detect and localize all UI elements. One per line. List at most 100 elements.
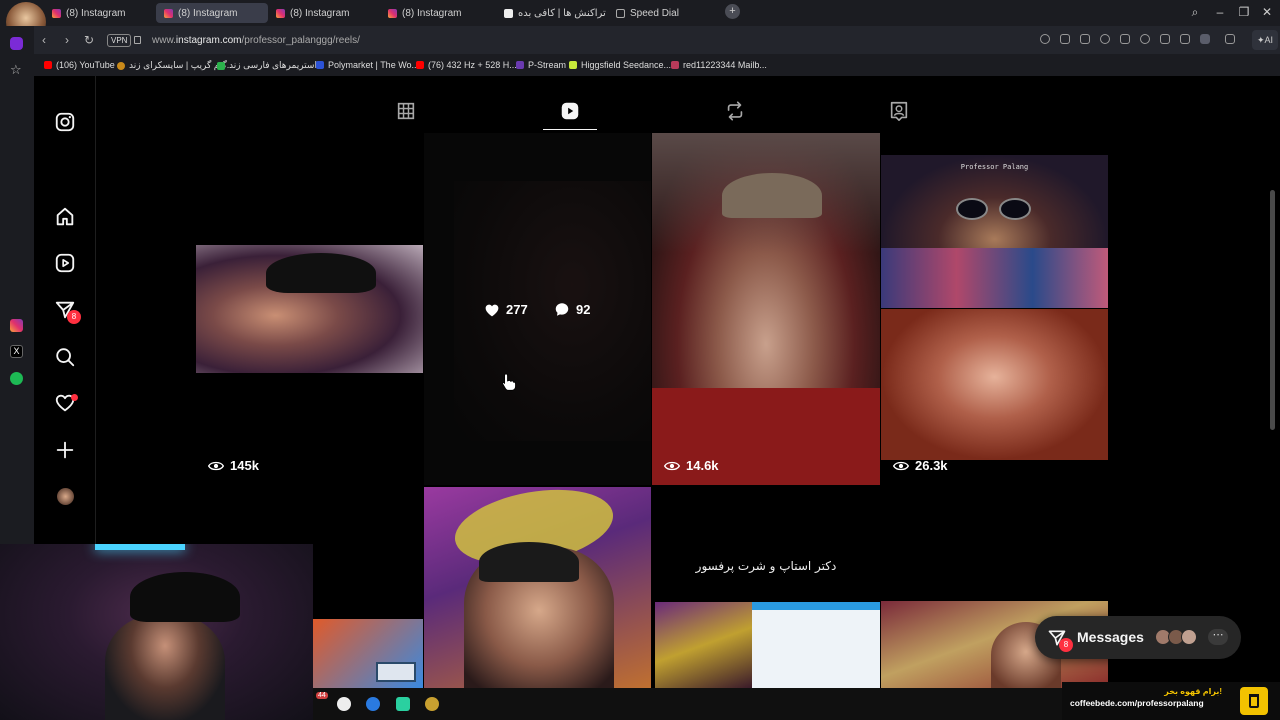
webcam-hat	[130, 572, 240, 622]
bookmark-label: (106) YouTube	[56, 60, 115, 70]
tab-label: (8) Instagram	[178, 7, 238, 19]
minimize-icon[interactable]: –	[1212, 5, 1228, 19]
bookmark-label: P-Stream	[528, 60, 567, 70]
reels-icon[interactable]	[54, 252, 76, 274]
bookmark-higgsfield[interactable]: Higgsfield Seedance...	[569, 60, 671, 70]
profile-icon[interactable]	[1200, 34, 1210, 44]
play-icon[interactable]	[1120, 34, 1130, 44]
close-icon[interactable]: ✕	[1259, 5, 1275, 19]
comments-count: 92	[554, 302, 590, 317]
reel-thumbnail-cap	[722, 173, 822, 218]
tab-label: (8) Instagram	[290, 7, 350, 19]
ai-button[interactable]: ✦AI	[1252, 30, 1278, 50]
screenshot-graphic-bar	[752, 602, 880, 610]
tab-instagram-1[interactable]: (8) Instagram	[44, 3, 152, 23]
new-tab-plus-icon[interactable]: +	[725, 4, 740, 19]
app-icon-gold[interactable]	[425, 697, 439, 711]
posts-grid-tab-icon[interactable]	[395, 100, 417, 122]
tab-label: (8) Instagram	[402, 7, 462, 19]
instagram-favicon-icon	[52, 8, 61, 18]
url-path: /professor_palanggg/reels/	[241, 35, 360, 46]
reel-tile-7[interactable]: دکتر استاپ و شرت پرفسور	[652, 487, 880, 688]
reel-tile-4[interactable]: Professor Palang 26.3k	[881, 133, 1108, 485]
instagram-logo-icon[interactable]	[54, 111, 76, 133]
bookmark-label: (76) 432 Hz + 528 H...	[428, 60, 517, 70]
reel-tile-3[interactable]: 14.6k	[652, 133, 880, 485]
activity-dot	[71, 394, 78, 401]
reel-thumbnail	[655, 602, 752, 688]
tab-coffeebede[interactable]: تراکنش ها | کافی بده	[496, 3, 608, 23]
star-icon[interactable]: ☆	[10, 62, 22, 78]
home-icon[interactable]	[54, 206, 76, 228]
spotify-shortcut-icon[interactable]	[10, 372, 23, 385]
reload-icon[interactable]: ↻	[84, 33, 94, 47]
pstream-icon	[516, 61, 524, 69]
eye-icon	[664, 461, 680, 470]
page-scrollbar[interactable]	[1270, 190, 1275, 430]
more-options-icon[interactable]: ⋯	[1208, 629, 1228, 645]
bookmark-432hz[interactable]: (76) 432 Hz + 528 H...	[416, 60, 517, 70]
bookmark-label: red11223344 Mailb...	[683, 60, 767, 70]
app-icon-teal[interactable]	[396, 697, 410, 711]
app-icon-blue[interactable]	[366, 697, 380, 711]
url-input[interactable]: www.instagram.com/professor_palanggg/ree…	[152, 35, 360, 46]
back-icon[interactable]: ‹	[42, 33, 46, 47]
reel-tile-2[interactable]: 277 92	[424, 133, 651, 485]
streamers-icon	[217, 61, 225, 70]
instagram-favicon-icon	[164, 8, 173, 18]
zoom-icon[interactable]	[1040, 34, 1050, 44]
create-plus-icon[interactable]	[54, 439, 76, 461]
comment-filled-icon	[555, 303, 569, 316]
menu-icon[interactable]	[1180, 34, 1190, 44]
camera-icon[interactable]	[1080, 34, 1090, 44]
webcam-person	[105, 614, 225, 720]
bookmark-mailbox[interactable]: red11223344 Mailb...	[671, 60, 767, 70]
forward-icon[interactable]: ›	[65, 33, 69, 47]
tab-instagram-3[interactable]: (8) Instagram	[268, 3, 380, 23]
donation-overlay: برام قهوه بخر! coffeebede.com/professorp…	[1062, 682, 1280, 720]
messages-badge: 8	[1059, 638, 1073, 652]
home-shortcut-icon[interactable]	[10, 37, 23, 50]
view-count-value: 14.6k	[686, 458, 719, 473]
search-icon[interactable]	[54, 346, 76, 368]
x-shortcut-icon[interactable]: X	[10, 345, 23, 358]
shield-icon[interactable]	[1100, 34, 1110, 44]
tab-instagram-4[interactable]: (8) Instagram	[380, 3, 492, 23]
search-icon[interactable]: ⌕	[1187, 5, 1203, 20]
bookmark-pstream[interactable]: P-Stream	[516, 60, 566, 70]
reel-caption: دکتر استاپ و شرت پرفسور	[695, 559, 837, 573]
heart-icon[interactable]	[1140, 34, 1150, 44]
letter-tiles-graphic	[376, 662, 416, 682]
reel-tile-1[interactable]: 145k	[196, 133, 423, 485]
polymarket-icon	[316, 61, 324, 69]
reel-thumbnail-cap	[479, 542, 579, 582]
speed-dial-icon	[616, 8, 625, 18]
notifications-badge: 8	[67, 310, 81, 324]
instagram-shortcut-icon[interactable]	[10, 319, 23, 332]
lock-icon[interactable]	[134, 36, 141, 44]
tagged-tab-icon[interactable]	[888, 100, 910, 122]
coffee-cup-icon	[1240, 687, 1268, 715]
profile-avatar-nav[interactable]	[57, 488, 74, 505]
higgsfield-icon	[569, 61, 577, 69]
eye-icon	[893, 461, 909, 470]
bookmark-polymarket[interactable]: Polymarket | The Wo...	[316, 60, 419, 70]
bookmark-streamers[interactable]: استریمرهای فارسی زند...	[217, 60, 324, 71]
messages-label: Messages	[1077, 629, 1144, 645]
bookmark-youtube[interactable]: (106) YouTube	[44, 60, 115, 70]
cube-icon[interactable]	[1225, 34, 1235, 44]
eye-icon	[208, 461, 224, 470]
webcam-overlay	[0, 544, 313, 720]
messages-button[interactable]: 8 Messages ⋯	[1035, 616, 1241, 659]
coffee-title: برام قهوه بخر!	[1164, 687, 1222, 696]
vpn-badge[interactable]: VPN	[107, 34, 132, 47]
reel-tile-6[interactable]	[424, 487, 651, 688]
reels-tab-icon[interactable]	[559, 100, 581, 122]
download-icon[interactable]	[1160, 34, 1170, 44]
reposts-tab-icon[interactable]	[724, 100, 746, 122]
edit-icon[interactable]	[1060, 34, 1070, 44]
media-player-icon[interactable]	[337, 697, 351, 711]
tab-speed-dial[interactable]: Speed Dial	[608, 3, 720, 23]
restore-icon[interactable]: ❐	[1236, 5, 1252, 19]
tab-instagram-2[interactable]: (8) Instagram	[156, 3, 268, 23]
